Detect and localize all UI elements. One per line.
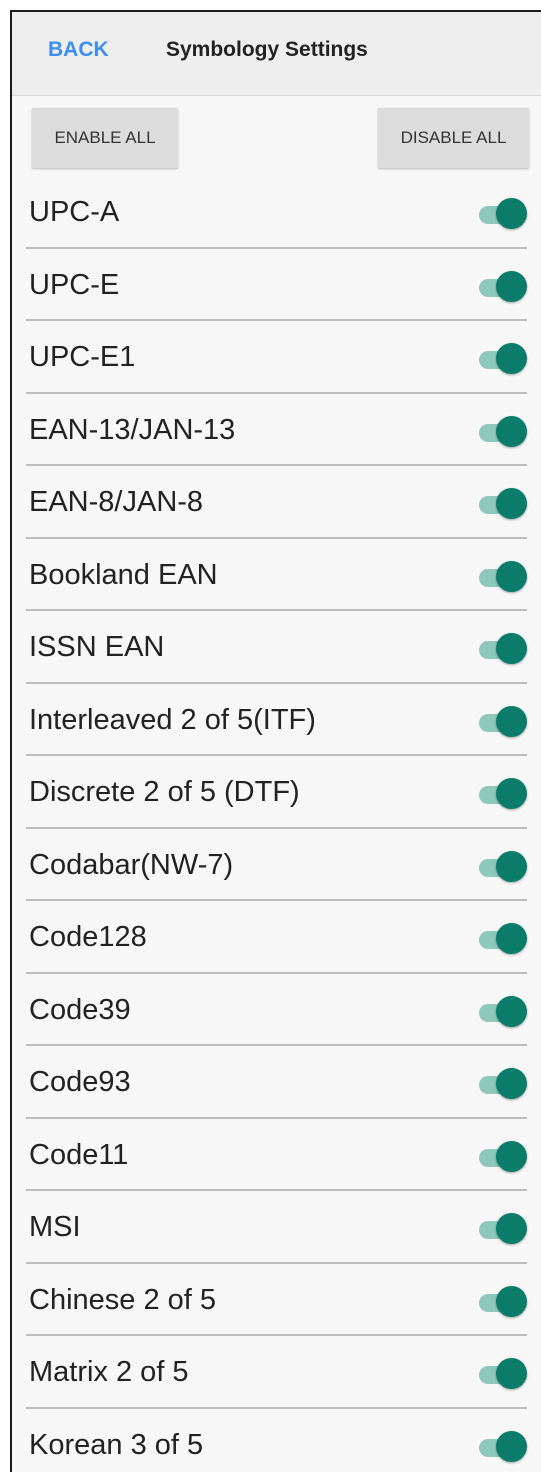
toggle-thumb [496,270,527,302]
symbology-label: UPC-A [29,196,120,228]
symbology-label: UPC-E1 [29,341,136,373]
symbology-label: Interleaved 2 of 5(ITF) [29,703,316,736]
toggle-thumb [496,705,527,737]
symbology-toggle-switch[interactable] [479,705,527,738]
toggle-thumb [496,850,527,882]
symbology-label: Discrete 2 of 5 (DTF) [29,776,300,808]
toggle-thumb [496,1430,527,1462]
symbology-row: Chinese 2 of 5 [26,1264,527,1336]
symbology-row: UPC-E1 [26,321,527,394]
symbology-label: EAN-8/JAN-8 [29,486,204,518]
symbology-toggle-switch[interactable] [479,633,527,665]
symbology-toggle-switch[interactable] [479,1358,527,1390]
toggle-thumb [496,778,527,809]
symbology-label: Matrix 2 of 5 [29,1356,189,1388]
symbology-toggle-switch[interactable] [479,270,527,303]
symbology-label: MSI [29,1211,81,1243]
page-title: Symbology Settings [166,38,368,61]
symbology-label: Code11 [29,1138,129,1171]
toggle-thumb [496,198,527,229]
symbology-toggle-switch[interactable] [479,1068,527,1100]
symbology-row: Bookland EAN [26,539,527,611]
symbology-row: Korean 3 of 5 [26,1409,527,1472]
symbology-row: Interleaved 2 of 5(ITF) [26,684,527,756]
symbology-toggle-switch[interactable] [479,923,527,955]
symbology-toggle-switch[interactable] [479,778,527,810]
symbology-label: Code93 [29,1066,131,1098]
toggle-thumb [496,1213,527,1244]
toggle-thumb [496,415,527,447]
symbology-toggle-switch[interactable] [479,560,527,593]
symbology-settings-screen: BACK Symbology Settings ENABLE ALL DISAB… [10,10,541,1472]
symbology-row: UPC-E [26,249,527,321]
symbology-row: Code128 [26,901,527,974]
toggle-thumb [496,488,527,519]
symbology-row: Code11 [26,1119,527,1191]
toggle-thumb [496,633,527,664]
symbology-toggle-switch[interactable] [479,415,527,448]
symbology-label: Code128 [29,921,147,953]
toggle-thumb [496,1068,527,1099]
symbology-toggle-switch[interactable] [479,1140,527,1173]
symbology-toggle-switch[interactable] [479,488,527,520]
back-button[interactable]: BACK [48,38,109,62]
symbology-label: UPC-E [29,268,120,301]
symbology-label: Codabar(NW-7) [29,848,234,881]
symbology-label: Bookland EAN [29,558,218,591]
symbology-row: UPC-A [26,176,527,249]
toggle-thumb [496,995,527,1027]
symbology-toggle-switch[interactable] [479,1285,527,1318]
symbology-label: ISSN EAN [29,631,165,663]
symbology-row: Codabar(NW-7) [26,829,527,901]
symbology-toggle-switch[interactable] [479,1213,527,1245]
symbology-toggle-switch[interactable] [479,343,527,375]
symbology-list: UPC-A UPC-E UPC-E1 EAN-13/JAN-13 EAN-8/JAN-8… [12,176,541,1472]
symbology-label: Code39 [29,993,131,1026]
disable-all-button[interactable]: DISABLE ALL [378,108,529,168]
symbology-row: Discrete 2 of 5 (DTF) [26,756,527,829]
toggle-thumb [496,1285,527,1317]
enable-all-button[interactable]: ENABLE ALL [32,108,178,168]
toggle-thumb [496,1140,527,1172]
symbology-row: ISSN EAN [26,611,527,684]
symbology-row: EAN-13/JAN-13 [26,394,527,466]
toggle-thumb [496,923,527,954]
symbology-label: Korean 3 of 5 [29,1428,204,1461]
symbology-label: Chinese 2 of 5 [29,1283,217,1316]
symbology-toggle-switch[interactable] [479,1430,527,1463]
symbology-toggle-switch[interactable] [479,995,527,1028]
symbology-label: EAN-13/JAN-13 [29,413,236,446]
symbology-row: EAN-8/JAN-8 [26,466,527,539]
symbology-toggle-switch[interactable] [479,198,527,230]
app-bar: BACK Symbology Settings [12,12,541,96]
symbology-row: Matrix 2 of 5 [26,1336,527,1409]
toggle-thumb [496,1358,527,1389]
symbology-row: Code93 [26,1046,527,1119]
symbology-row: MSI [26,1191,527,1264]
toggle-thumb [496,560,527,592]
symbology-row: Code39 [26,974,527,1046]
toggle-thumb [496,343,527,374]
symbology-toggle-switch[interactable] [479,850,527,883]
